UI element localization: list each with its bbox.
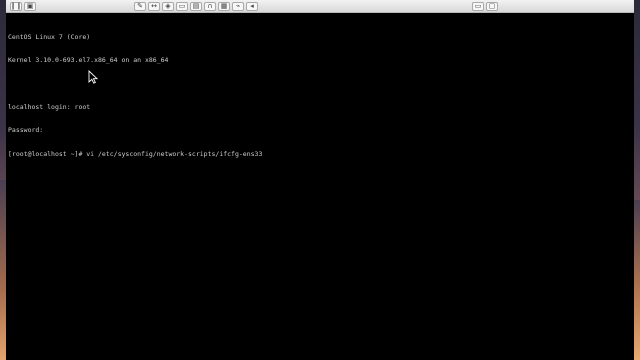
- window-icon[interactable]: ▢: [486, 1, 498, 11]
- mouse-pointer-icon: [88, 70, 98, 84]
- wrench-icon[interactable]: ✎: [134, 1, 146, 11]
- terminal-screen[interactable]: CentOS Linux 7 (Core) Kernel 3.10.0-693.…: [8, 18, 634, 360]
- terminal-line-os: CentOS Linux 7 (Core): [8, 32, 91, 41]
- resize-icon[interactable]: ↔: [148, 1, 160, 11]
- vm-console-window[interactable]: ❙❙ ▣ ✎ ↔ ◈ ▭ ▤ ∩ ▦ ⌁ ◂ ▭ ▢ CentOS Linux …: [6, 0, 634, 360]
- headphones-icon[interactable]: ∩: [204, 1, 216, 11]
- disk-icon[interactable]: ◈: [162, 1, 174, 11]
- pause-icon[interactable]: ❙❙: [10, 1, 22, 11]
- terminal-line-login: localhost login: root: [8, 102, 91, 111]
- terminal-line-kernel: Kernel 3.10.0-693.el7.x86_64 on an x86_6…: [8, 55, 169, 64]
- terminal-line-password: Password:: [8, 126, 44, 135]
- terminal-line-command: [root@localhost ~]# vi /etc/sysconfig/ne…: [8, 149, 263, 158]
- snapshot-icon[interactable]: ▣: [24, 1, 36, 11]
- drive-icon[interactable]: ▭: [176, 1, 188, 11]
- back-icon[interactable]: ◂: [246, 1, 258, 11]
- vm-toolbar: ❙❙ ▣ ✎ ↔ ◈ ▭ ▤ ∩ ▦ ⌁ ◂ ▭ ▢: [6, 0, 634, 13]
- printer-icon[interactable]: ▦: [218, 1, 230, 11]
- display-icon[interactable]: ▭: [472, 1, 484, 11]
- usb-icon[interactable]: ⌁: [232, 1, 244, 11]
- floppy-icon[interactable]: ▤: [190, 1, 202, 11]
